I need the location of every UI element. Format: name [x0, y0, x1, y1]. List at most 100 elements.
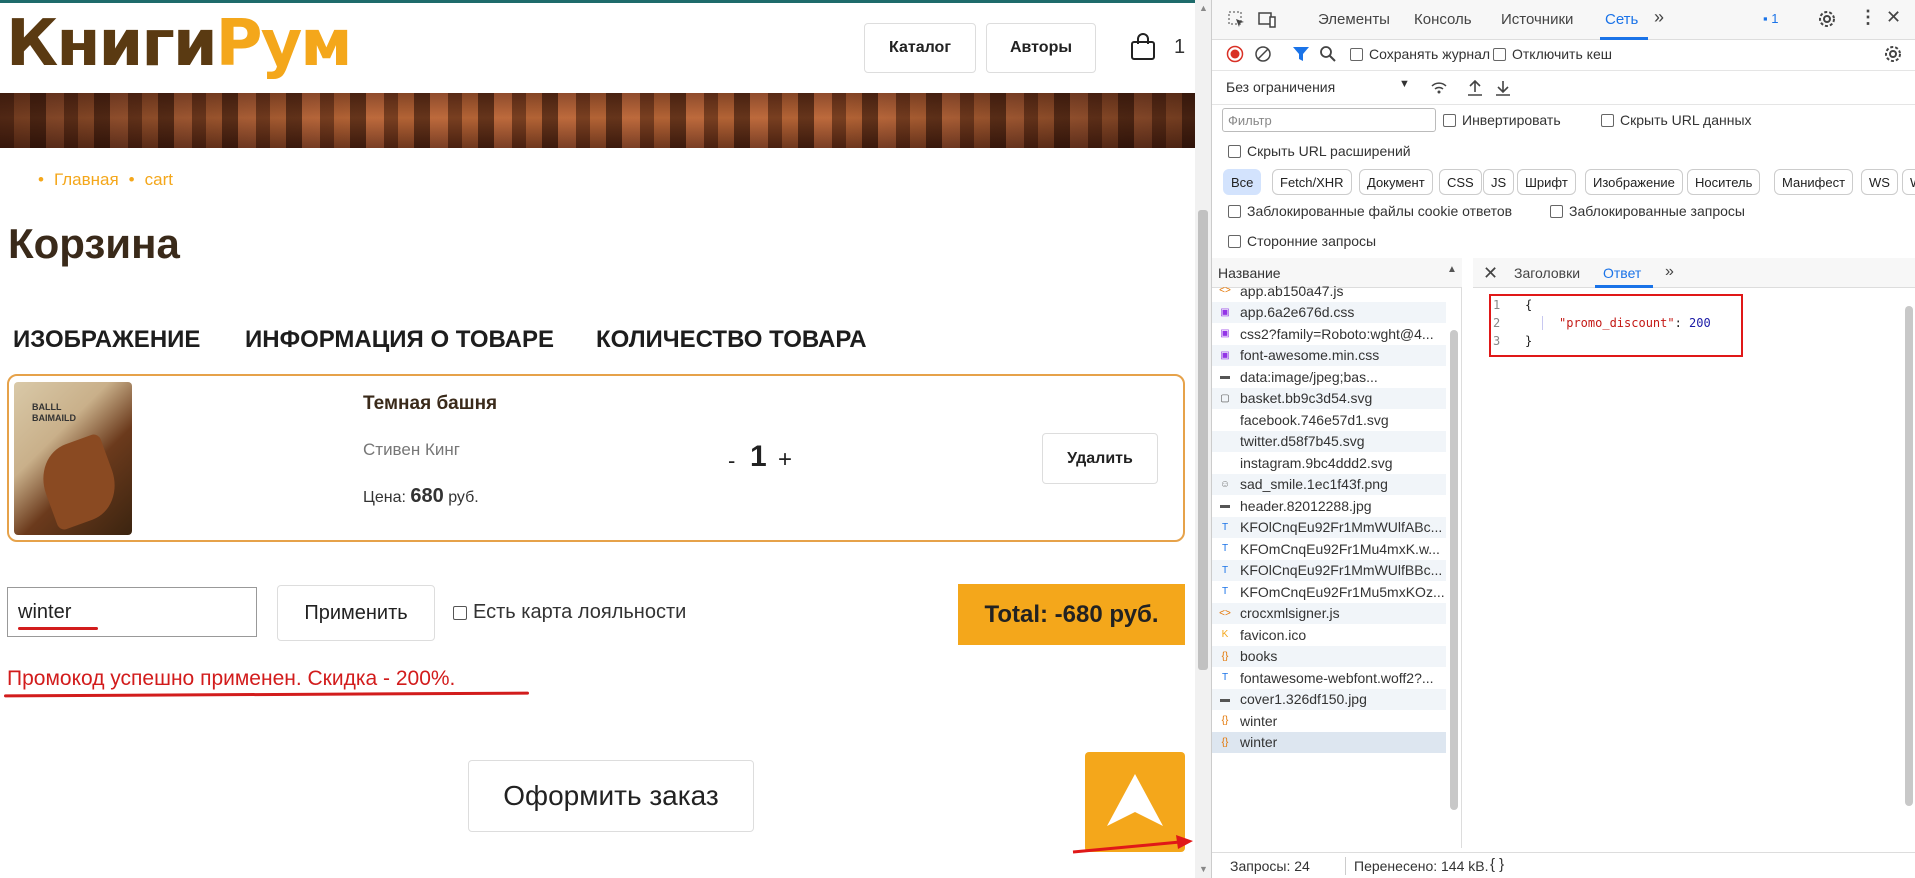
quantity-increase-button[interactable]: +	[778, 446, 792, 474]
pretty-print-icon[interactable]: { }	[1490, 856, 1504, 873]
scroll-up-icon[interactable]: ▲	[1199, 3, 1208, 13]
chip-image[interactable]: Изображение	[1585, 169, 1683, 195]
more-detail-tabs-icon[interactable]: »	[1665, 263, 1674, 281]
nav-catalog-button[interactable]: Каталог	[864, 23, 976, 73]
request-row[interactable]: T KFOlCnqEu92Fr1MmWUlfABc...	[1212, 516, 1446, 538]
record-icon[interactable]	[1226, 45, 1244, 63]
settings-gear-icon[interactable]	[1818, 10, 1836, 28]
request-row[interactable]: <> app.ab150a47.js	[1212, 280, 1446, 302]
device-toolbar-icon[interactable]	[1258, 11, 1276, 29]
request-row[interactable]: ▬ cover1.326df150.jpg	[1212, 688, 1446, 710]
loyalty-card-checkbox[interactable]: Есть карта лояльности	[453, 601, 686, 624]
request-row[interactable]: Kfavicon.ico	[1212, 624, 1446, 646]
request-row[interactable]: <> crocxmlsigner.js	[1212, 602, 1446, 624]
checkbox-box[interactable]	[453, 605, 467, 620]
sort-arrow-icon[interactable]: ▲	[1447, 264, 1457, 275]
request-row[interactable]: {} winter	[1212, 710, 1446, 732]
chip-css[interactable]: CSS	[1439, 169, 1482, 195]
chip-wasm[interactable]: W	[1902, 169, 1915, 195]
cart-icon[interactable]	[1130, 33, 1156, 61]
breadcrumb-cart[interactable]: cart	[129, 170, 173, 190]
checkout-button[interactable]: Оформить заказ	[468, 760, 754, 832]
tab-sources[interactable]: Источники	[1501, 11, 1573, 28]
request-row[interactable]: ▣ app.6a2e676d.css	[1212, 301, 1446, 323]
request-row[interactable]: ▣ css2?family=Roboto:wght@4...	[1212, 323, 1446, 345]
search-icon[interactable]	[1319, 45, 1337, 63]
chip-fetch-xhr[interactable]: Fetch/XHR	[1272, 169, 1352, 195]
request-row[interactable]: {} books	[1212, 645, 1446, 667]
import-har-icon[interactable]	[1466, 79, 1484, 97]
blocked-requests-checkbox[interactable]: Заблокированные запросы	[1550, 203, 1745, 219]
checkbox-box[interactable]	[1228, 234, 1241, 248]
chip-document[interactable]: Документ	[1359, 169, 1433, 195]
request-row[interactable]: T KFOmCnqEu92Fr1Mu5mxKOz...	[1212, 581, 1446, 603]
request-row[interactable]: ▬ header.82012288.jpg	[1212, 495, 1446, 517]
request-row[interactable]: T KFOlCnqEu92Fr1MmWUlfBBc...	[1212, 559, 1446, 581]
quantity-decrease-button[interactable]: -	[728, 448, 735, 474]
chip-media[interactable]: Носитель	[1687, 169, 1761, 195]
page-scrollbar[interactable]: ▲ ▼	[1195, 0, 1211, 878]
request-row[interactable]: facebook.746e57d1.svg	[1212, 409, 1446, 431]
chip-ws[interactable]: WS	[1861, 169, 1898, 195]
request-row[interactable]: instagram.9bc4ddd2.svg	[1212, 452, 1446, 474]
export-har-icon[interactable]	[1494, 79, 1512, 97]
chip-font[interactable]: Шрифт	[1517, 169, 1576, 195]
tab-response[interactable]: Ответ	[1603, 265, 1641, 281]
chevron-down-icon[interactable]: ▼	[1399, 78, 1410, 90]
request-row[interactable]: ▬ data:image/jpeg;bas...	[1212, 366, 1446, 388]
preserve-log-checkbox[interactable]: Сохранять журнал	[1350, 46, 1490, 62]
chip-manifest[interactable]: Манифест	[1774, 169, 1854, 195]
scrollbar-thumb[interactable]	[1450, 330, 1458, 810]
network-settings-icon[interactable]	[1884, 45, 1902, 63]
tab-console[interactable]: Консоль	[1414, 11, 1472, 28]
tab-headers[interactable]: Заголовки	[1514, 265, 1580, 281]
nav-authors-button[interactable]: Авторы	[986, 23, 1096, 73]
disable-cache-checkbox[interactable]: Отключить кеш	[1493, 46, 1612, 62]
wifi-conditions-icon[interactable]	[1430, 79, 1448, 97]
more-options-icon[interactable]: ⋮	[1859, 7, 1877, 28]
checkbox-box[interactable]	[1493, 47, 1506, 61]
breadcrumb-home[interactable]: Главная	[38, 170, 119, 190]
apply-promo-button[interactable]: Применить	[277, 585, 435, 641]
request-row[interactable]: ☺ sad_smile.1ec1f43f.png	[1212, 473, 1446, 495]
filter-funnel-icon[interactable]	[1292, 45, 1310, 63]
blocked-cookies-checkbox[interactable]: Заблокированные файлы cookie ответов	[1228, 203, 1512, 219]
chip-all[interactable]: Все	[1223, 169, 1262, 195]
chip-js[interactable]: JS	[1483, 169, 1515, 195]
tab-elements[interactable]: Элементы	[1318, 11, 1390, 28]
invert-checkbox[interactable]: Инвертировать	[1443, 112, 1561, 128]
issues-counter[interactable]: ▪ 1	[1763, 11, 1778, 26]
close-devtools-icon[interactable]: ✕	[1886, 7, 1901, 28]
request-row[interactable]: Tfontawesome-webfont.woff2?...	[1212, 667, 1446, 689]
checkbox-box[interactable]	[1601, 113, 1614, 127]
request-row[interactable]: twitter.d58f7b45.svg	[1212, 430, 1446, 452]
detail-scrollbar[interactable]	[1902, 288, 1915, 848]
filter-input[interactable]: Фильтр	[1222, 108, 1436, 132]
scroll-down-icon[interactable]: ▼	[1199, 864, 1208, 874]
checkbox-box[interactable]	[1228, 144, 1241, 158]
more-tabs-icon[interactable]: »	[1654, 7, 1664, 28]
site-logo[interactable]: КнигиРум	[6, 4, 353, 84]
throttling-select[interactable]: Без ограничения	[1226, 79, 1335, 95]
checkbox-box[interactable]	[1550, 204, 1563, 218]
third-party-checkbox[interactable]: Сторонние запросы	[1228, 233, 1376, 249]
checkbox-box[interactable]	[1228, 204, 1241, 218]
delete-item-button[interactable]: Удалить	[1042, 433, 1158, 484]
scrollbar-thumb[interactable]	[1198, 210, 1208, 670]
checkbox-box[interactable]	[1350, 47, 1363, 61]
hide-data-urls-checkbox[interactable]: Скрыть URL данных	[1601, 112, 1752, 128]
request-row[interactable]: T KFOmCnqEu92Fr1Mu4mxK.w...	[1212, 538, 1446, 560]
devtools-tabbar: Элементы Консоль Источники Сеть » ▪ 1 ⋮ …	[1212, 0, 1915, 40]
close-detail-icon[interactable]: ✕	[1483, 263, 1498, 284]
request-list-scrollbar[interactable]	[1448, 290, 1460, 846]
request-row[interactable]: {} winter	[1212, 731, 1446, 753]
inspect-element-icon[interactable]	[1228, 11, 1246, 29]
clear-icon[interactable]	[1254, 45, 1272, 63]
response-body[interactable]: 1 { 2 "promo_discount": 200 3 }	[1473, 288, 1915, 848]
scrollbar-thumb[interactable]	[1905, 306, 1913, 806]
hide-ext-urls-checkbox[interactable]: Скрыть URL расширений	[1228, 143, 1411, 159]
tab-network[interactable]: Сеть	[1605, 11, 1638, 28]
request-row[interactable]: ▢ basket.bb9c3d54.svg	[1212, 387, 1446, 409]
request-row[interactable]: ▣ font-awesome.min.css	[1212, 344, 1446, 366]
checkbox-box[interactable]	[1443, 113, 1456, 127]
